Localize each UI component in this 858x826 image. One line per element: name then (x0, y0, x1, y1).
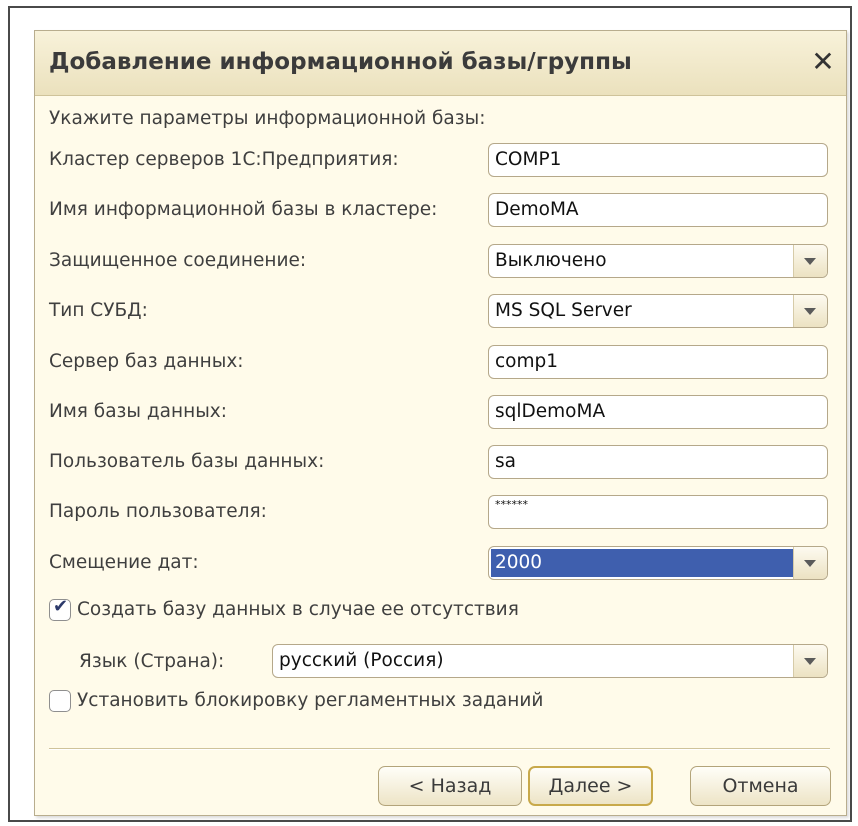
create-db-checkbox[interactable]: ✔ (49, 596, 71, 621)
language-select[interactable]: русский (Россия) (272, 644, 828, 678)
chevron-down-icon (804, 560, 816, 567)
db-password-label: Пароль пользователя: (49, 501, 267, 522)
db-user-input[interactable]: sa (488, 445, 828, 479)
infobase-name-label: Имя информационной базы в кластере: (49, 199, 438, 220)
dbms-type-dropdown-button[interactable] (793, 295, 827, 327)
language-value: русский (Россия) (279, 650, 444, 671)
cluster-label: Кластер серверов 1С:Предприятия: (49, 149, 399, 170)
prompt-text: Укажите параметры информационной базы: (49, 108, 486, 129)
chevron-down-icon (804, 308, 816, 315)
footer-separator (49, 748, 830, 750)
cluster-input[interactable]: COMP1 (488, 143, 828, 177)
infobase-name-input[interactable]: DemoMA (488, 193, 828, 227)
dbms-type-select[interactable]: MS SQL Server (488, 294, 828, 328)
dbms-type-value: MS SQL Server (495, 300, 632, 321)
db-name-label: Имя базы данных: (49, 401, 227, 422)
language-dropdown-button[interactable] (793, 645, 827, 677)
db-server-label: Сервер баз данных: (49, 351, 244, 372)
close-icon[interactable]: ✕ (808, 47, 838, 77)
language-label: Язык (Страна): (79, 651, 225, 672)
create-db-label: Создать базу данных в случае ее отсутств… (77, 599, 519, 620)
db-server-input[interactable]: comp1 (488, 345, 828, 379)
dialog-title: Добавление информационной базы/группы (49, 49, 632, 75)
next-button[interactable]: Далее > (528, 766, 653, 806)
db-name-input[interactable]: sqlDemoMA (488, 395, 828, 429)
dbms-type-label: Тип СУБД: (49, 300, 148, 321)
date-offset-dropdown-button[interactable] (793, 547, 827, 579)
back-button[interactable]: < Назад (378, 766, 522, 806)
secure-connection-select[interactable]: Выключено (488, 244, 828, 278)
date-offset-value: 2000 (491, 549, 793, 577)
chevron-down-icon (804, 258, 816, 265)
secure-connection-value: Выключено (495, 250, 607, 271)
date-offset-label: Смещение дат: (49, 552, 199, 573)
db-password-input[interactable]: ****** (488, 495, 828, 529)
secure-connection-dropdown-button[interactable] (793, 245, 827, 277)
db-user-label: Пользователь базы данных: (49, 451, 325, 472)
cancel-button[interactable]: Отмена (690, 766, 831, 806)
dialog-titlebar[interactable]: Добавление информационной базы/группы ✕ (35, 31, 846, 96)
date-offset-select[interactable]: 2000 (488, 546, 828, 580)
block-jobs-label: Установить блокировку регламентных задан… (77, 690, 544, 711)
screenshot-frame: Добавление информационной базы/группы ✕ … (8, 6, 852, 822)
add-infobase-dialog: Добавление информационной базы/группы ✕ … (34, 30, 847, 816)
secure-connection-label: Защищенное соединение: (49, 250, 307, 271)
chevron-down-icon (804, 658, 816, 665)
checkmark-icon: ✔ (53, 596, 69, 617)
block-jobs-checkbox[interactable] (49, 690, 71, 712)
